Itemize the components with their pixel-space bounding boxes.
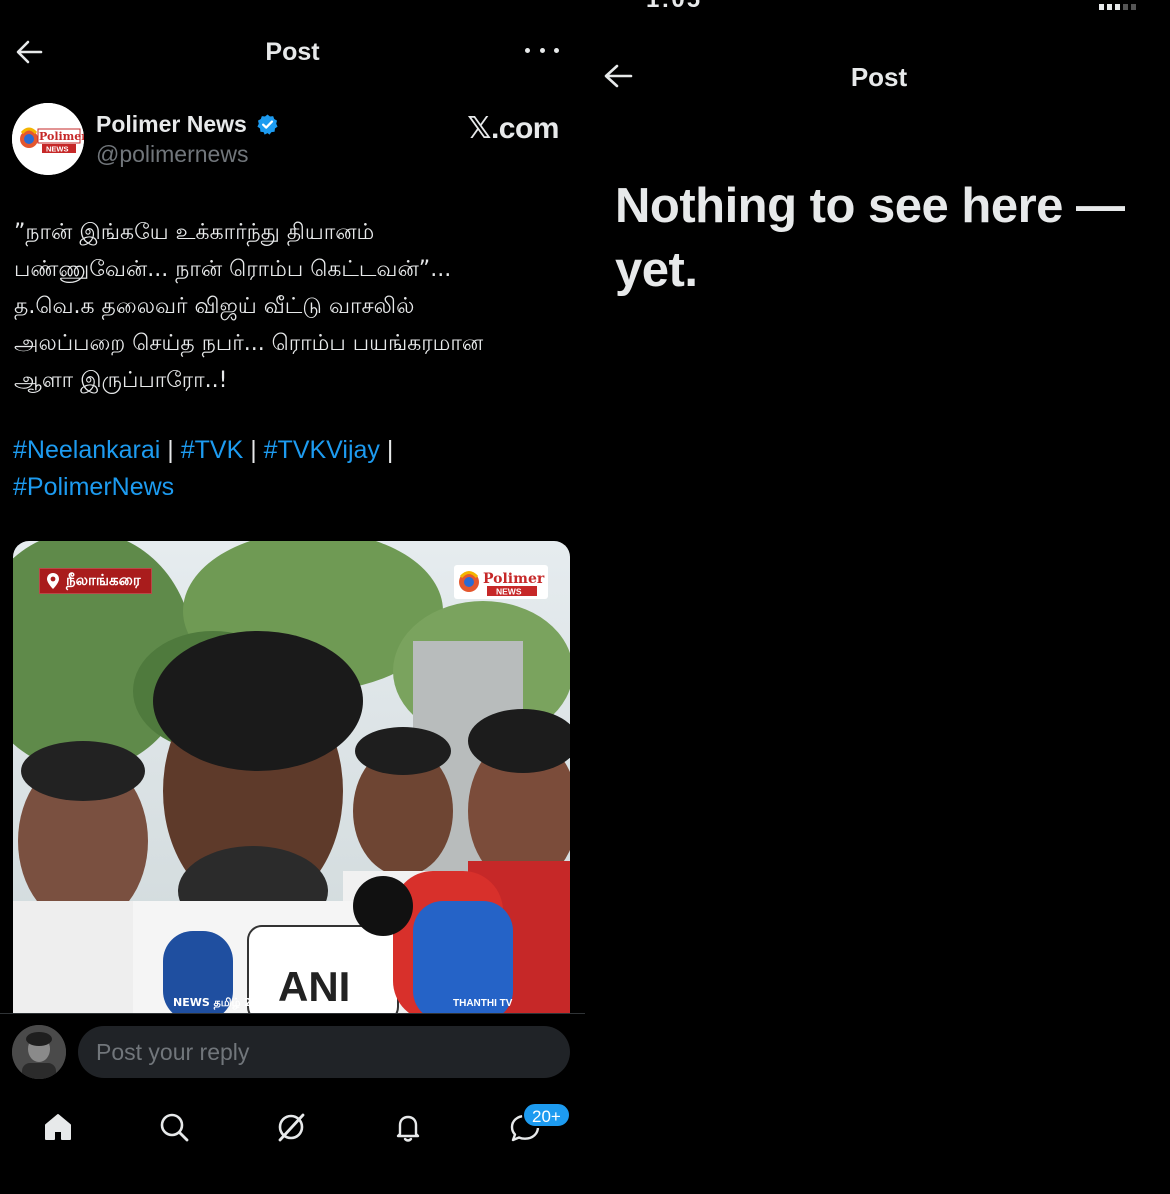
svg-text:Polimer: Polimer	[483, 571, 545, 587]
post-panel-right: 1:05 Post Nothing to see here — yet.	[588, 0, 1170, 1194]
hashtag-separator: |	[379, 436, 401, 464]
author-handle[interactable]: @polimernews	[96, 141, 248, 168]
post-panel-left: Post Polimer NEWS Polimer News @polimern…	[0, 0, 585, 1194]
polimer-logo: Polimer NEWS	[12, 103, 84, 175]
messages-count-badge: 20+	[522, 1102, 571, 1128]
author-name[interactable]: Polimer News	[96, 111, 247, 138]
more-options-button[interactable]	[525, 40, 559, 60]
post-text-line: அலப்பறை செய்த நபர்... ரொம்ப பயங்கரமான	[14, 331, 484, 356]
hashtag-link[interactable]: #Neelankarai	[13, 436, 160, 464]
location-badge: நீலாங்கரை	[39, 568, 152, 594]
location-pin-icon	[47, 573, 59, 589]
svg-text:Polimer: Polimer	[39, 130, 84, 143]
post-text-line: ஆளா இருப்பாரோ..!	[14, 368, 228, 393]
svg-text:THANTHI TV: THANTHI TV	[453, 998, 513, 1009]
post-text-line: த.வெ.க தலைவர் விஜய் வீட்டு வாசலில்	[14, 294, 415, 319]
polimer-brand-badge: Polimer NEWS	[454, 565, 548, 599]
home-icon	[45, 1114, 71, 1140]
tab-home[interactable]	[35, 1104, 81, 1150]
reply-input[interactable]	[78, 1026, 570, 1078]
hashtag-separator: |	[160, 436, 181, 464]
more-icon	[525, 47, 530, 53]
search-icon	[160, 1113, 189, 1142]
author-avatar[interactable]: Polimer NEWS	[12, 103, 84, 175]
post-text-line: ”நான் இங்கயே உக்கார்ந்து தியானம்	[14, 220, 375, 245]
xcom-watermark: 𝕏.com	[467, 112, 559, 145]
svg-text:NEWS: NEWS	[496, 587, 522, 597]
empty-state-title: Nothing to see here — yet.	[615, 179, 1125, 297]
hashtag-link[interactable]: #TVKVijay	[264, 436, 380, 464]
bell-icon	[396, 1115, 420, 1142]
hashtag-link[interactable]: #PolimerNews	[13, 473, 174, 501]
video-thumbnail: ANI NEWS தமிழ் 24X7 THANTHI TV	[13, 541, 570, 1013]
location-label: நீலாங்கரை	[66, 571, 141, 589]
current-user-avatar[interactable]	[12, 1025, 66, 1079]
svg-text:ANI: ANI	[278, 963, 350, 1010]
page-title: Post	[850, 62, 908, 92]
reply-divider	[0, 1013, 585, 1014]
status-bar-time: 1:05	[646, 0, 702, 14]
svg-text:NEWS: NEWS	[46, 145, 69, 154]
tab-notifications[interactable]	[385, 1104, 431, 1150]
post-text-line: பண்ணுவேன்... நான் ரொம்ப கெட்டவன்”...	[14, 257, 452, 282]
hashtag-separator: |	[243, 436, 264, 464]
signal-icon	[1099, 4, 1136, 10]
grok-icon	[278, 1113, 305, 1142]
post-media-video[interactable]: ANI NEWS தமிழ் 24X7 THANTHI TV நீலாங்கரை…	[13, 541, 570, 1013]
polimer-logo: Polimer NEWS	[459, 571, 545, 597]
page-title: Post	[265, 38, 320, 66]
tab-grok[interactable]	[268, 1104, 314, 1150]
svg-text:NEWS தமிழ் 24X7: NEWS தமிழ் 24X7	[173, 996, 276, 1010]
tab-search[interactable]	[151, 1104, 197, 1150]
hashtag-link[interactable]: #TVK	[181, 436, 244, 464]
post-body: ”நான் இங்கயே உக்கார்ந்து தியானம் பண்ணுவேன…	[14, 214, 574, 399]
post-hashtags: #Neelankarai | #TVK | #TVKVijay | #Polim…	[13, 432, 573, 506]
verified-badge-icon	[257, 114, 278, 135]
